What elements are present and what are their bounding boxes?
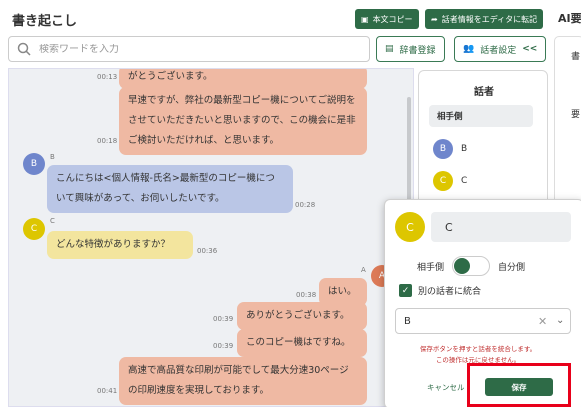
merge-checkbox[interactable]: ✓	[399, 284, 412, 297]
transfer-speaker-button[interactable]: ➦ 話者情報をエディタに転記	[425, 9, 544, 29]
book-icon: ▤	[385, 44, 394, 54]
merge-target-value: B	[404, 315, 411, 327]
message-timestamp: 00:13	[97, 73, 118, 81]
toggle-knob	[454, 258, 471, 274]
share-arrow-icon: ➦	[431, 14, 438, 24]
search-input[interactable]	[39, 43, 339, 55]
page-title: 書き起こし	[12, 14, 78, 29]
dictionary-register-label: 辞書登録	[399, 45, 436, 56]
dictionary-register-button[interactable]: ▤ 辞書登録	[376, 36, 445, 62]
speaker-name-input[interactable]	[431, 212, 571, 242]
message-bubble: がとうございます。	[119, 69, 367, 89]
message-timestamp: 00:38	[296, 291, 317, 299]
speaker-avatar[interactable]: B	[23, 153, 45, 175]
message-bubble: 高速で高品質な印刷が可能でして最大分速30ページの印刷速度を実現しております。	[119, 357, 367, 405]
speaker-label: A	[361, 266, 366, 274]
side-toggle-row: 相手側 自分側	[417, 256, 525, 276]
toggle-left-label: 相手側	[417, 262, 445, 273]
message-timestamp: 00:39	[213, 342, 234, 350]
message-bubble: どんな特徴がありますか？	[47, 231, 193, 259]
merge-checkbox-row[interactable]: ✓ 別の話者に統合	[399, 284, 481, 297]
speaker-label: C	[50, 217, 55, 225]
speaker-c-avatar: C	[433, 171, 453, 191]
message-timestamp: 00:18	[97, 137, 118, 145]
collapse-icon: <<	[522, 44, 538, 54]
message-bubble: こんにちは<個人情報-氏名>最新型のコピー機について興味があって、お伺いしたいで…	[47, 165, 293, 213]
transcript-chat-area[interactable]: がとうございます。 00:13 早速ですが、弊社の最新型コピー機についてご説明を…	[8, 68, 414, 407]
save-highlight-box	[467, 363, 571, 407]
side-toggle[interactable]	[452, 256, 491, 276]
clear-icon[interactable]: ✕	[538, 315, 547, 328]
speaker-settings-button[interactable]: 👥 話者設定 <<	[454, 36, 547, 62]
speaker-settings-label: 話者設定	[480, 45, 517, 56]
copy-icon: ▣	[361, 14, 369, 24]
chevron-down-icon[interactable]: ⌄	[556, 315, 564, 326]
message-timestamp: 00:28	[295, 201, 316, 209]
speaker-b-label: B	[461, 144, 468, 154]
speaker-item-b[interactable]: B B	[433, 139, 467, 159]
speaker-label: B	[50, 153, 55, 161]
message-bubble: このコピー機はですね。	[237, 329, 367, 357]
copy-text-button[interactable]: ▣ 本文コピー	[355, 9, 419, 29]
speaker-b-avatar: B	[433, 139, 453, 159]
message-timestamp: 00:41	[97, 387, 118, 395]
speaker-group-label: 相手側	[429, 105, 533, 127]
speaker-avatar[interactable]: C	[23, 218, 45, 240]
merge-checkbox-label: 別の話者に統合	[418, 287, 482, 297]
message-bubble: ありがとうございます。	[237, 302, 367, 330]
ai-summary-title: AI要	[558, 12, 581, 25]
speaker-panel-title: 話者	[474, 87, 494, 98]
toggle-right-label: 自分側	[498, 262, 526, 273]
merge-warning-line1: 保存ボタンを押すと話者を統合します。	[419, 345, 537, 353]
speaker-c-label: C	[461, 176, 468, 186]
ai-panel-label-2: 要	[571, 110, 581, 120]
message-timestamp: 00:36	[197, 247, 218, 255]
ai-panel-label-1: 書	[571, 52, 581, 62]
transfer-speaker-label: 話者情報をエディタに転記	[441, 14, 538, 24]
message-bubble: 早速ですが、弊社の最新型コピー機についてご説明をさせていただきたいと思いますので…	[119, 87, 367, 155]
cancel-button[interactable]: キャンセル	[427, 382, 465, 393]
copy-text-label: 本文コピー	[372, 14, 413, 24]
speaker-item-c[interactable]: C C	[433, 171, 467, 191]
search-box[interactable]	[8, 36, 370, 62]
popup-speaker-avatar: C	[395, 212, 425, 242]
merge-target-select[interactable]: B ✕ ⌄	[395, 308, 571, 334]
users-icon: 👥	[463, 44, 475, 54]
message-timestamp: 00:39	[213, 315, 234, 323]
search-icon	[17, 42, 31, 56]
